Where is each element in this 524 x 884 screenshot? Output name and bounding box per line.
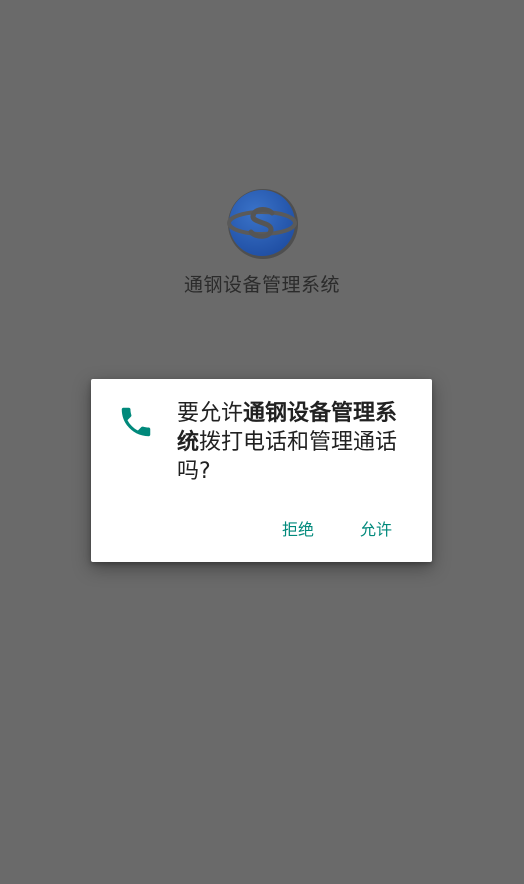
permission-message: 要允许通钢设备管理系统拨打电话和管理通话吗?	[177, 399, 417, 486]
message-suffix: 拨打电话和管理通话吗?	[177, 430, 398, 484]
dialog-actions: 拒绝 允许	[266, 512, 408, 544]
permission-dialog: 要允许通钢设备管理系统拨打电话和管理通话吗? 拒绝 允许	[91, 379, 432, 562]
allow-button[interactable]: 允许	[344, 512, 408, 544]
app-logo-icon	[227, 189, 298, 259]
message-prefix: 要允许	[177, 401, 244, 426]
phone-icon	[121, 407, 151, 437]
deny-button[interactable]: 拒绝	[266, 512, 330, 544]
app-name: 通钢设备管理系统	[183, 274, 340, 296]
